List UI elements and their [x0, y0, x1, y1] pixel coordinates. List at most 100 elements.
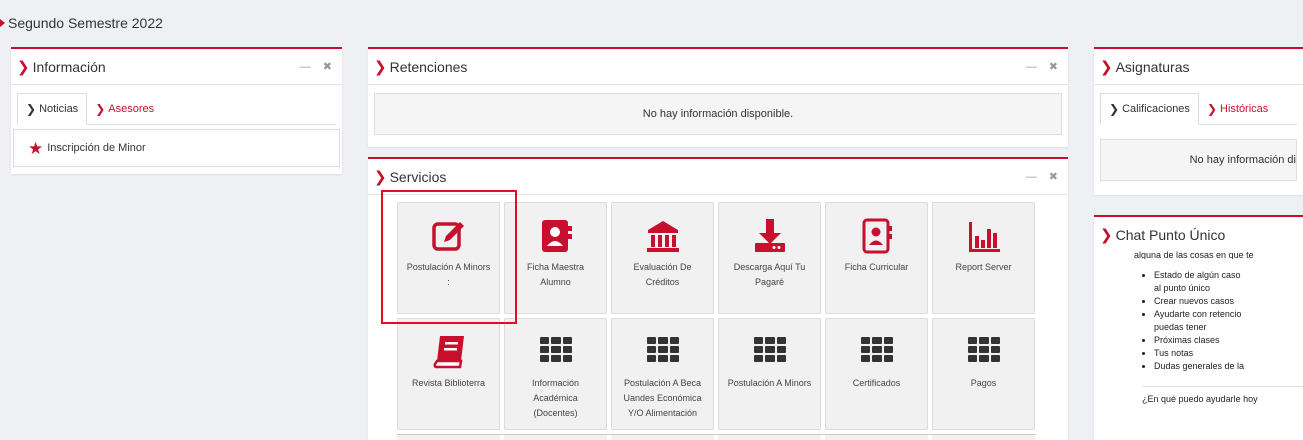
contact-book-icon [541, 220, 572, 252]
asignaturas-title: Asignaturas [1115, 58, 1190, 75]
tile-label: Postulación A Minors [727, 378, 812, 388]
tile-label: Descarga Aquí Tu [733, 262, 806, 272]
minimize-icon[interactable]: — [1026, 171, 1037, 183]
asignaturas-empty: No hay información di [1100, 139, 1297, 181]
tab-noticias[interactable]: ❯ Noticias [17, 93, 88, 125]
asignaturas-panel: ❯ Asignaturas ❯ Calificaciones ❯ Históri… [1094, 47, 1303, 195]
informacion-panel: ❯ Información — ✖ ❯ Noticias ❯ Asesores … [11, 47, 342, 174]
caret-right-icon [0, 19, 5, 27]
chevron-right-icon: ❯ [1206, 101, 1217, 116]
tile-sublabel: Créditos [645, 277, 680, 287]
chevron-right-icon: ❯ [374, 58, 387, 76]
tab-calificaciones[interactable]: ❯ Calificaciones [1100, 93, 1199, 125]
minimize-icon[interactable]: — [300, 61, 311, 73]
chat-list-item: Crear nuevos casos [1154, 295, 1303, 308]
grid-icon [860, 337, 893, 362]
retenciones-header: ❯ Retenciones — ✖ [368, 49, 1068, 85]
chevron-right-icon: ❯ [374, 168, 387, 186]
chat-list-item: Dudas generales de la [1154, 360, 1303, 373]
informacion-title: Información [32, 58, 106, 75]
tile-ficha-maestra[interactable]: Ficha Maestra Alumno [504, 202, 607, 314]
chat-list: Estado de algún caso al punto único Crea… [1134, 269, 1303, 373]
retenciones-title: Retenciones [389, 58, 468, 75]
semester-label: Segundo Semestre 2022 [8, 15, 163, 31]
tile-ficha-curricular[interactable]: Ficha Curricular [825, 202, 928, 314]
chat-question: ¿En qué puedo ayudarle hoy [1142, 386, 1303, 404]
bar-chart-icon [968, 222, 1000, 252]
chevron-right-icon: ❯ [1100, 227, 1113, 244]
tile-evaluacion-creditos[interactable]: Evaluación De Créditos [611, 202, 714, 314]
chevron-right-icon: ❯ [17, 58, 30, 76]
informacion-header: ❯ Información — ✖ [11, 49, 342, 85]
chat-messages: alguna de las cosas en que te Estado de … [1094, 249, 1303, 373]
minimize-icon[interactable]: — [1026, 61, 1037, 73]
tile-label: Ficha Curricular [844, 262, 909, 272]
tile-label-line2: Académica [533, 393, 578, 403]
tile-label: Report Server [955, 262, 1012, 272]
tile-sublabel: Alumno [540, 277, 571, 287]
grid-icon [967, 337, 1000, 362]
chat-list-item: Ayudarte con retencio [1154, 308, 1303, 321]
close-icon[interactable]: ✖ [1049, 170, 1058, 183]
asignaturas-tabs: ❯ Calificaciones ❯ Históricas [1100, 93, 1297, 125]
tile-label-line3: (Docentes) [533, 408, 578, 418]
tab-calificaciones-label: Calificaciones [1122, 103, 1190, 115]
tile-label: Revista Biblioterra [411, 378, 486, 388]
tile-postulacion-minors[interactable]: Postulación A Minors : [397, 202, 500, 314]
chat-title: Chat Punto Único [1115, 227, 1226, 243]
tile-label: Información [531, 378, 580, 388]
grid-icon [646, 337, 679, 362]
tab-asesores[interactable]: ❯ Asesores [87, 93, 162, 124]
retenciones-empty: No hay información disponible. [374, 93, 1062, 135]
tab-noticias-label: Noticias [39, 103, 79, 115]
tile-row3-edge [397, 434, 1036, 440]
tile-certificados[interactable]: Certificados [825, 318, 928, 430]
tile-descarga-pagare[interactable]: Descarga Aquí Tu Pagaré [718, 202, 821, 314]
tile-label: Certificados [852, 378, 901, 388]
chat-list-item: Próximas clases [1154, 334, 1303, 347]
servicios-header: ❯ Servicios — ✖ [368, 159, 1068, 195]
servicios-title: Servicios [389, 168, 447, 185]
chevron-right-icon: ❯ [95, 101, 106, 116]
chat-intro: alguna de las cosas en que te [1134, 250, 1254, 259]
tab-historicas-label: Históricas [1220, 102, 1269, 115]
minor-item[interactable]: ★ Inscripción de Minor [13, 129, 340, 167]
asignaturas-header: ❯ Asignaturas [1094, 49, 1303, 85]
tab-historicas[interactable]: ❯ Históricas [1199, 93, 1276, 124]
tile-label: Postulación A Beca [623, 378, 702, 388]
edit-icon [431, 222, 464, 251]
minor-item-label: Inscripción de Minor [47, 142, 146, 154]
tile-label: Postulación A Minors [406, 262, 491, 272]
tile-postulacion-minors-2[interactable]: Postulación A Minors [718, 318, 821, 430]
close-icon[interactable]: ✖ [1049, 60, 1058, 73]
chevron-right-icon: ❯ [1100, 58, 1113, 76]
chat-list-item: Tus notas [1154, 347, 1303, 360]
tile-label: Evaluación De [633, 262, 692, 272]
tile-sublabel: : [447, 277, 450, 287]
tile-sublabel: Pagaré [754, 277, 785, 287]
tile-postulacion-beca[interactable]: Postulación A Beca Uandes Económica Y/O … [611, 318, 714, 430]
tile-pagos[interactable]: Pagos [932, 318, 1035, 430]
tile-revista-biblioterra[interactable]: Revista Biblioterra [397, 318, 500, 430]
grid-icon [753, 337, 786, 362]
tile-informacion-academica[interactable]: Información Académica (Docentes) [504, 318, 607, 430]
informacion-tabs: ❯ Noticias ❯ Asesores [17, 93, 336, 125]
asignaturas-empty-text: No hay información di [1189, 154, 1296, 166]
tile-label-line3: Y/O Alimentación [627, 408, 698, 418]
tab-asesores-label: Asesores [108, 102, 155, 115]
chevron-right-icon: ❯ [1109, 102, 1120, 116]
tile-label: Ficha Maestra [526, 262, 585, 272]
grid-icon [539, 337, 572, 362]
chat-header: ❯ Chat Punto Único [1094, 217, 1303, 253]
retenciones-panel: ❯ Retenciones — ✖ No hay información dis… [368, 47, 1068, 147]
chevron-right-icon: ❯ [26, 102, 37, 116]
chat-list-item: puedas tener [1154, 322, 1207, 332]
chat-list-item: al punto único [1154, 283, 1211, 293]
close-icon[interactable]: ✖ [323, 60, 332, 73]
download-icon [754, 219, 785, 252]
contact-book-icon [862, 218, 892, 254]
chat-panel: ❯ Chat Punto Único alguna de las cosas e… [1094, 215, 1303, 440]
tile-report-server[interactable]: Report Server [932, 202, 1035, 314]
tile-label: Pagos [970, 378, 997, 388]
book-icon [433, 336, 464, 369]
